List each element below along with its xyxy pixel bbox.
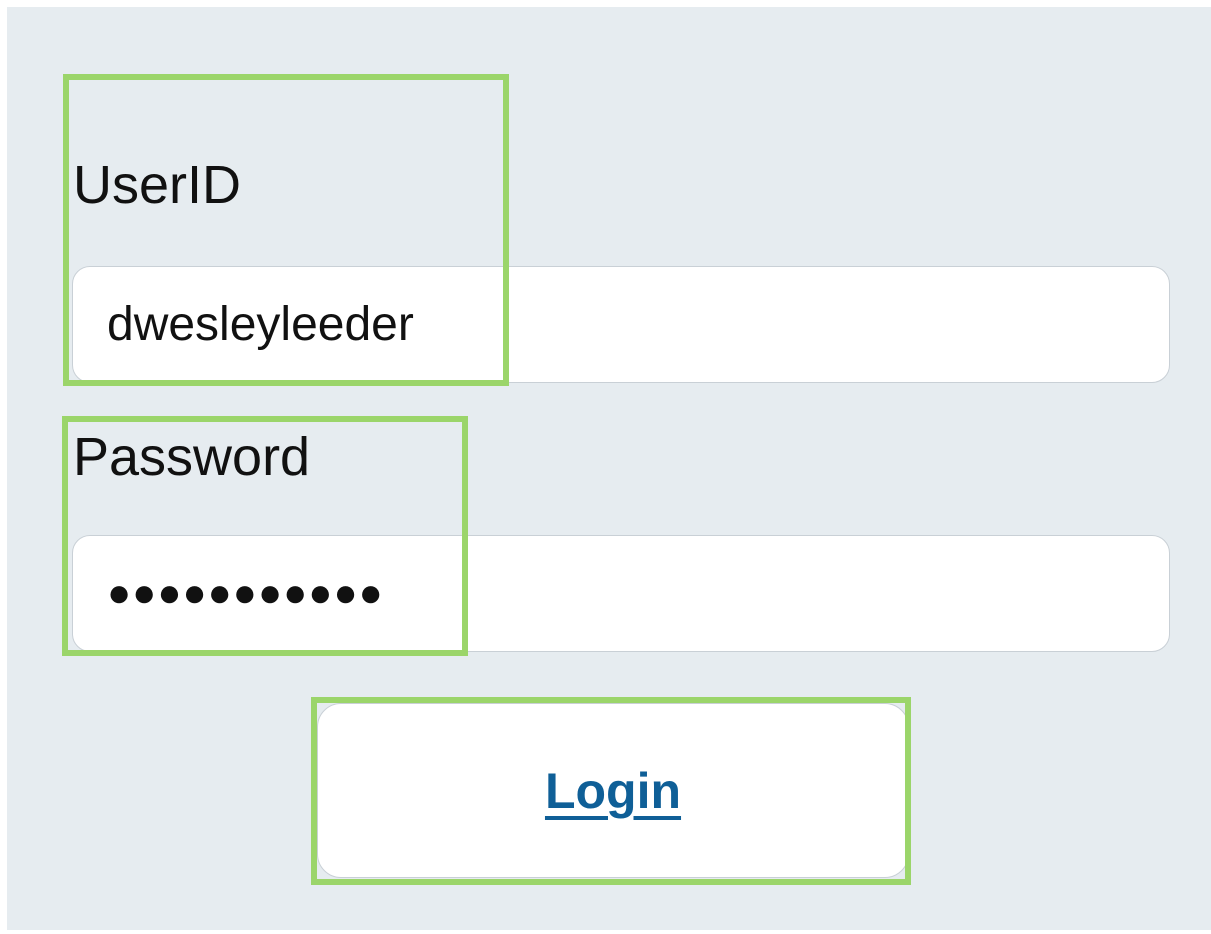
password-field[interactable]: ●●●●●●●●●●● xyxy=(72,535,1170,652)
login-screen: UserID dwesleyleeder Password ●●●●●●●●●●… xyxy=(0,0,1211,934)
password-label: Password xyxy=(73,427,311,487)
login-button[interactable]: Login xyxy=(317,703,909,878)
userid-value: dwesleyleeder xyxy=(107,298,414,351)
password-value: ●●●●●●●●●●● xyxy=(107,571,384,615)
login-button-label: Login xyxy=(544,762,682,819)
userid-field[interactable]: dwesleyleeder xyxy=(72,266,1170,383)
userid-label: UserID xyxy=(73,155,242,215)
